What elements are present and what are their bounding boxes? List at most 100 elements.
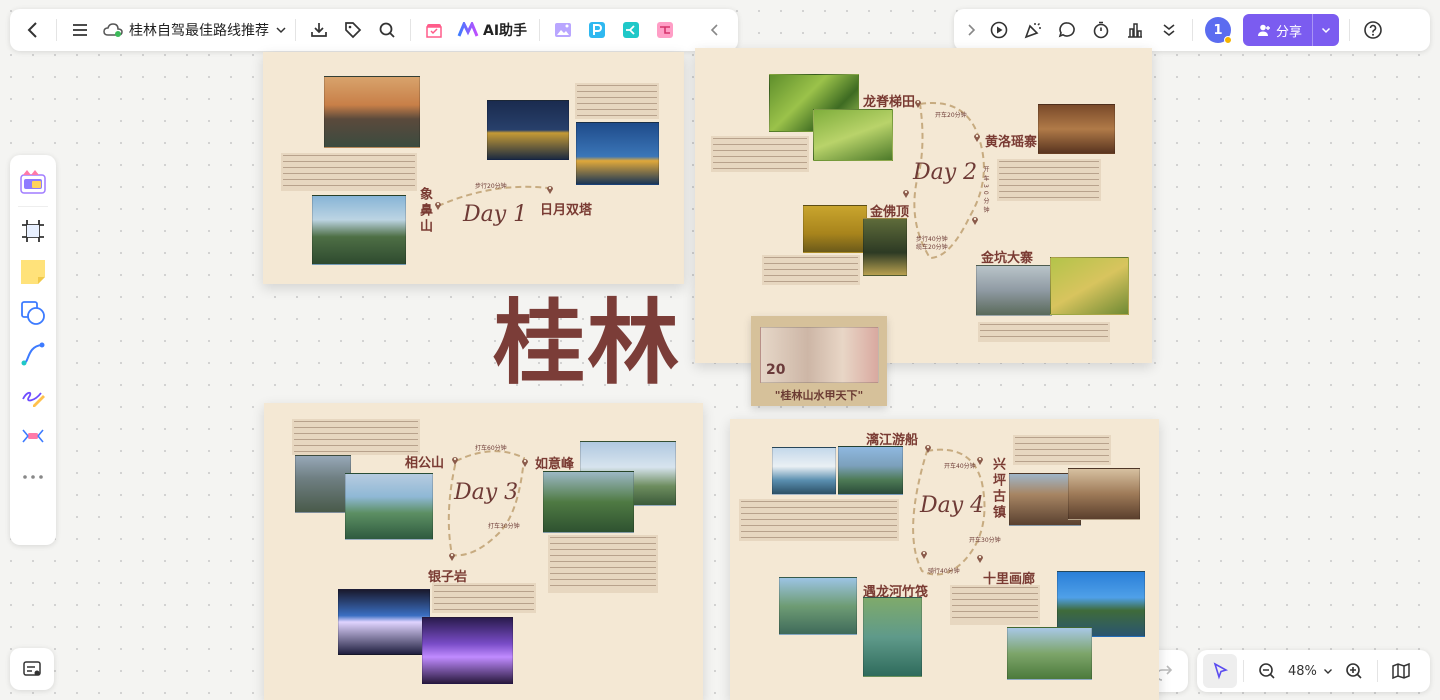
li-river-cruise-photo-2[interactable]	[838, 446, 903, 495]
tag-button[interactable]	[336, 13, 370, 47]
map-toggle-button[interactable]	[10, 648, 54, 690]
ten-mile-gallery-photo-2[interactable]	[1007, 627, 1092, 680]
xianggong-mountain-photo-2[interactable]	[345, 473, 433, 540]
shape-tool[interactable]	[16, 296, 50, 330]
search-button[interactable]	[370, 13, 404, 47]
celebrate-button[interactable]	[1016, 13, 1050, 47]
zoom-in-button[interactable]	[1337, 654, 1371, 688]
doc-title: 桂林自驾最佳路线推荐	[129, 23, 269, 39]
top-right-toolbar: 1 分享	[954, 9, 1430, 51]
zoom-out-button[interactable]	[1250, 654, 1284, 688]
divider	[1376, 660, 1378, 682]
chevron-left-icon	[710, 24, 718, 36]
collapse-toolbar-button[interactable]	[698, 13, 732, 47]
divider	[539, 19, 541, 41]
day2-travel-time-b: 开车30分钟	[982, 166, 989, 216]
frame-tool[interactable]	[16, 214, 50, 248]
day1-travel-time: 步行20分钟	[475, 183, 507, 190]
templates-tool[interactable]	[16, 165, 50, 199]
image-ai-button[interactable]	[546, 13, 580, 47]
pen-tool[interactable]	[16, 378, 50, 412]
mindmap-app-button[interactable]	[614, 13, 648, 47]
jinkeng-village-photo-2[interactable]	[1050, 257, 1129, 315]
banknote-caption: "桂林山水甲天下"	[774, 389, 864, 402]
location-pin-icon	[977, 555, 983, 563]
minimap-button[interactable]	[1384, 654, 1418, 688]
place-label-jinkeng: 金坑大寨	[981, 251, 1034, 266]
mindmap-icon	[623, 22, 640, 38]
connector-tool[interactable]	[16, 337, 50, 371]
day3-travel-time-a: 打车60分钟	[475, 445, 507, 452]
day4-label: Day 4	[920, 493, 985, 518]
day3-sheet[interactable]: 打车60分钟 打车30分钟 相公山 如意峰 银子岩 Day 3	[264, 403, 703, 700]
place-label-longji: 龙脊梯田	[863, 95, 916, 110]
silver-cave-photo-2[interactable]	[422, 617, 513, 684]
more-tools-button[interactable]	[16, 460, 50, 494]
share-button[interactable]: 分享	[1243, 14, 1340, 46]
elephant-hill-greenery-photo[interactable]	[312, 195, 406, 265]
timer-button[interactable]	[1084, 13, 1118, 47]
yulong-river-raft-photo-1[interactable]	[779, 577, 857, 635]
share-label: 分享	[1276, 24, 1303, 40]
help-button[interactable]	[1356, 13, 1390, 47]
connector-icon	[21, 342, 45, 366]
ruyi-peak-photo-2[interactable]	[543, 471, 634, 533]
ai-assistant-button[interactable]: AI助手	[451, 20, 533, 40]
mindmap-tool[interactable]	[16, 419, 50, 453]
comment-icon	[1058, 22, 1075, 38]
day4-travel-time-a: 开车40分钟	[944, 463, 976, 470]
bar-chart-icon	[1128, 23, 1142, 38]
twenty-yuan-banknote-image[interactable]: 20	[760, 327, 879, 383]
chevron-right-icon	[968, 24, 976, 36]
sticky-note-tool[interactable]	[16, 255, 50, 289]
calendar-app-button[interactable]	[417, 13, 451, 47]
chevron-down-icon	[1321, 27, 1331, 34]
place-label-yulong: 遇龙河竹筏	[863, 585, 929, 600]
place-label-xianggong: 相公山	[405, 456, 445, 471]
xingping-town-photo-2[interactable]	[1068, 468, 1140, 520]
day4-sheet[interactable]: 开车40分钟 开车30分钟 骑行40分钟 漓江游船 兴坪古镇 遇龙河竹筏 十里画…	[730, 419, 1159, 700]
yulong-river-raft-photo-2[interactable]	[863, 597, 922, 677]
doc-title-area[interactable]: 桂林自驾最佳路线推荐	[103, 20, 287, 40]
share-main[interactable]: 分享	[1243, 21, 1312, 40]
vote-button[interactable]	[1118, 13, 1152, 47]
li-river-cruise-photo-1[interactable]	[772, 447, 836, 495]
jinkeng-village-photo-1[interactable]	[976, 265, 1052, 316]
place-label-twin-pagodas: 日月双塔	[540, 203, 593, 218]
menu-button[interactable]	[63, 13, 97, 47]
twin-pagodas-lake-photo[interactable]	[576, 122, 659, 185]
day1-description-left	[281, 153, 417, 191]
xianggong-mountain-photo-1[interactable]	[295, 455, 351, 513]
divider	[1243, 660, 1244, 682]
more-tools-button[interactable]	[1152, 13, 1186, 47]
longji-terraces-photo-2[interactable]	[813, 109, 893, 161]
zoom-level-dropdown[interactable]: 48%	[1284, 664, 1337, 679]
p-app-button[interactable]	[580, 13, 614, 47]
golden-buddha-peak-photo-1[interactable]	[803, 205, 867, 253]
back-button[interactable]	[16, 13, 50, 47]
flowchart-app-button[interactable]	[648, 13, 682, 47]
download-button[interactable]	[302, 13, 336, 47]
place-label-yinziyan: 银子岩	[428, 570, 468, 585]
location-pin-icon	[921, 551, 927, 559]
huangluo-village-photo[interactable]	[1038, 104, 1115, 154]
twin-pagodas-night-photo[interactable]	[487, 100, 569, 160]
day1-sheet[interactable]: 步行20分钟 象鼻山 日月双塔 Day 1	[263, 52, 684, 284]
present-button[interactable]	[982, 13, 1016, 47]
share-dropdown[interactable]	[1312, 14, 1339, 46]
location-pin-icon	[522, 459, 528, 467]
silver-cave-photo-1[interactable]	[338, 589, 430, 655]
collaborator-avatar[interactable]: 1	[1205, 17, 1232, 44]
double-chevron-down-icon	[1163, 24, 1175, 37]
select-tool-button[interactable]	[1203, 654, 1237, 688]
comment-button[interactable]	[1050, 13, 1084, 47]
day3-description-2	[548, 535, 658, 593]
elephant-trunk-hill-photo[interactable]	[324, 76, 420, 148]
day3-label: Day 3	[454, 480, 519, 505]
day2-description-1	[711, 136, 809, 172]
location-pin-icon	[547, 186, 553, 194]
chevron-down-icon	[276, 27, 286, 34]
expand-toolbar-button[interactable]	[960, 13, 982, 47]
zoom-out-icon	[1259, 663, 1275, 679]
banknote-card[interactable]: 20 "桂林山水甲天下"	[751, 316, 887, 406]
